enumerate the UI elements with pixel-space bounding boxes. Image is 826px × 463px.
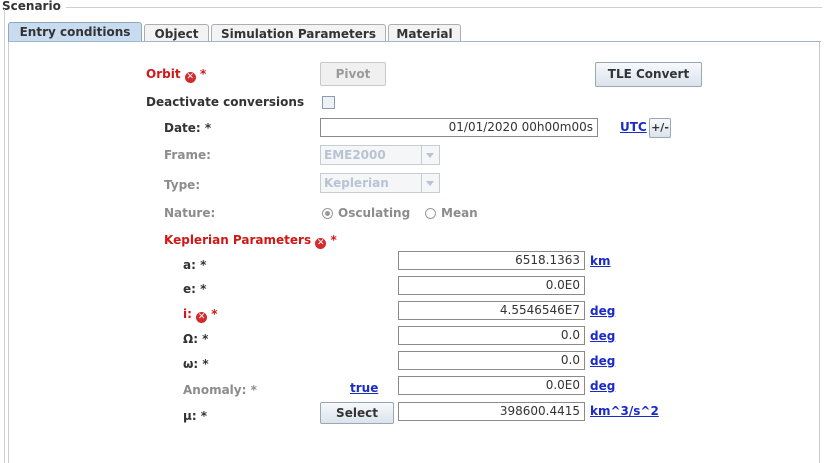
keplerian-title-text: Keplerian Parameters xyxy=(164,233,312,247)
param-raan-label: Ω: * xyxy=(183,332,209,346)
anomaly-field[interactable]: 0.0E0 xyxy=(398,376,585,395)
frame-border xyxy=(4,9,5,463)
frame-label: Frame: xyxy=(164,148,211,162)
required-mark: * xyxy=(199,67,207,81)
anomaly-label: Anomaly: * xyxy=(183,383,257,397)
param-e-field[interactable]: 0.0E0 xyxy=(398,276,585,295)
param-a-unit[interactable]: km xyxy=(590,254,610,268)
error-circle-icon: ✕ xyxy=(184,72,196,83)
tle-convert-button[interactable]: TLE Convert xyxy=(595,62,702,87)
param-a-label: a: * xyxy=(183,258,207,272)
type-select[interactable]: Keplerian xyxy=(320,173,440,193)
scenario-title: Scenario xyxy=(2,0,61,13)
param-i-label-text: i: xyxy=(183,307,192,321)
frame-divider xyxy=(66,7,822,8)
chevron-down-icon xyxy=(421,146,439,164)
mu-select-button[interactable]: Select xyxy=(320,402,394,424)
param-argp-label: ω: * xyxy=(183,357,209,371)
radio-osculating[interactable] xyxy=(322,208,333,219)
error-circle-icon: ✕ xyxy=(315,238,327,249)
orbit-label-text: Orbit xyxy=(146,67,181,81)
mu-label: μ: * xyxy=(183,409,208,423)
mu-unit[interactable]: km^3/s^2 xyxy=(590,404,659,418)
radio-osculating-label: Osculating xyxy=(338,206,411,220)
param-argp-field[interactable]: 0.0 xyxy=(398,351,585,370)
tab-entry-conditions[interactable]: Entry conditions xyxy=(8,22,142,42)
timezone-offset-button[interactable]: +/- xyxy=(649,118,671,138)
param-i-unit[interactable]: deg xyxy=(590,304,615,318)
deactivate-conversions-label: Deactivate conversions xyxy=(146,95,305,109)
frame-select[interactable]: EME2000 xyxy=(320,145,440,165)
param-argp-unit[interactable]: deg xyxy=(590,354,615,368)
mu-field[interactable]: 398600.4415 xyxy=(398,402,585,421)
required-mark: * xyxy=(330,233,337,247)
orbit-label: Orbit ✕ * xyxy=(146,67,206,83)
deactivate-conversions-checkbox[interactable] xyxy=(322,96,335,109)
anomaly-type-link[interactable]: true xyxy=(350,381,378,395)
frame-select-value: EME2000 xyxy=(324,148,386,162)
param-raan-field[interactable]: 0.0 xyxy=(398,326,585,345)
anomaly-unit[interactable]: deg xyxy=(590,379,615,393)
type-select-value: Keplerian xyxy=(324,176,389,190)
chevron-down-icon xyxy=(421,174,439,192)
date-label: Date: * xyxy=(164,121,212,135)
param-a-field[interactable]: 6518.1363 xyxy=(398,251,585,270)
error-circle-icon: ✕ xyxy=(196,312,208,323)
keplerian-parameters-title: Keplerian Parameters ✕ * xyxy=(164,233,337,249)
tab-simulation-parameters[interactable]: Simulation Parameters xyxy=(211,24,386,42)
type-label: Type: xyxy=(164,178,201,192)
param-i-field[interactable]: 4.5546546E7 xyxy=(398,301,585,320)
utc-link[interactable]: UTC xyxy=(620,120,647,134)
param-raan-unit[interactable]: deg xyxy=(590,329,615,343)
param-e-label: e: * xyxy=(183,282,207,296)
param-i-label: i: ✕ * xyxy=(183,307,218,323)
required-mark: * xyxy=(211,307,218,321)
nature-label: Nature: xyxy=(164,206,216,220)
date-field[interactable]: 01/01/2020 00h00m00s xyxy=(320,118,598,137)
pivot-button[interactable]: Pivot xyxy=(320,62,386,86)
radio-mean-label: Mean xyxy=(441,206,478,220)
tab-material[interactable]: Material xyxy=(388,24,461,42)
radio-mean[interactable] xyxy=(425,208,436,219)
tab-object[interactable]: Object xyxy=(144,24,209,42)
